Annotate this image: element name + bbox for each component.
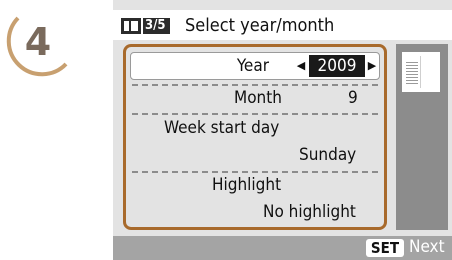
left-arrow-icon[interactable]: ◀ [294,57,308,75]
page-indicator: 3/5 [143,18,170,34]
printer-screen: 3/5 Select year/month Year ◀ 2009 ▶ Mont… [113,0,452,260]
step-number: 4 [24,20,52,64]
week-start-day-value: Sunday [299,145,357,165]
right-arrow-icon[interactable]: ▶ [365,57,379,75]
calendar-thumbnail-icon [402,52,440,92]
screen-footer: SET Next [113,236,452,260]
divider [132,113,378,115]
calendar-grid-icon [406,60,418,86]
week-start-day-label: Week start day [164,118,280,138]
month-value: 9 [348,88,358,108]
screen-title: Select year/month [185,15,335,36]
photo-area [420,56,438,88]
divider [132,84,378,86]
highlight-value: No highlight [263,202,356,222]
year-setting-row[interactable]: Year ◀ 2009 ▶ [130,52,380,80]
next-label: Next [409,237,445,257]
year-label: Year [236,56,269,76]
set-button[interactable]: SET [366,239,404,257]
divider [132,171,378,173]
highlight-label: Highlight [212,175,282,195]
printer-layout-icon [121,18,141,34]
month-label: Month [234,88,282,108]
screen-header: 3/5 Select year/month [113,10,452,40]
settings-panel: Year ◀ 2009 ▶ Month 9 Week start day Sun… [123,44,387,230]
year-value[interactable]: 2009 [309,55,365,77]
preview-sidebar [396,44,448,230]
